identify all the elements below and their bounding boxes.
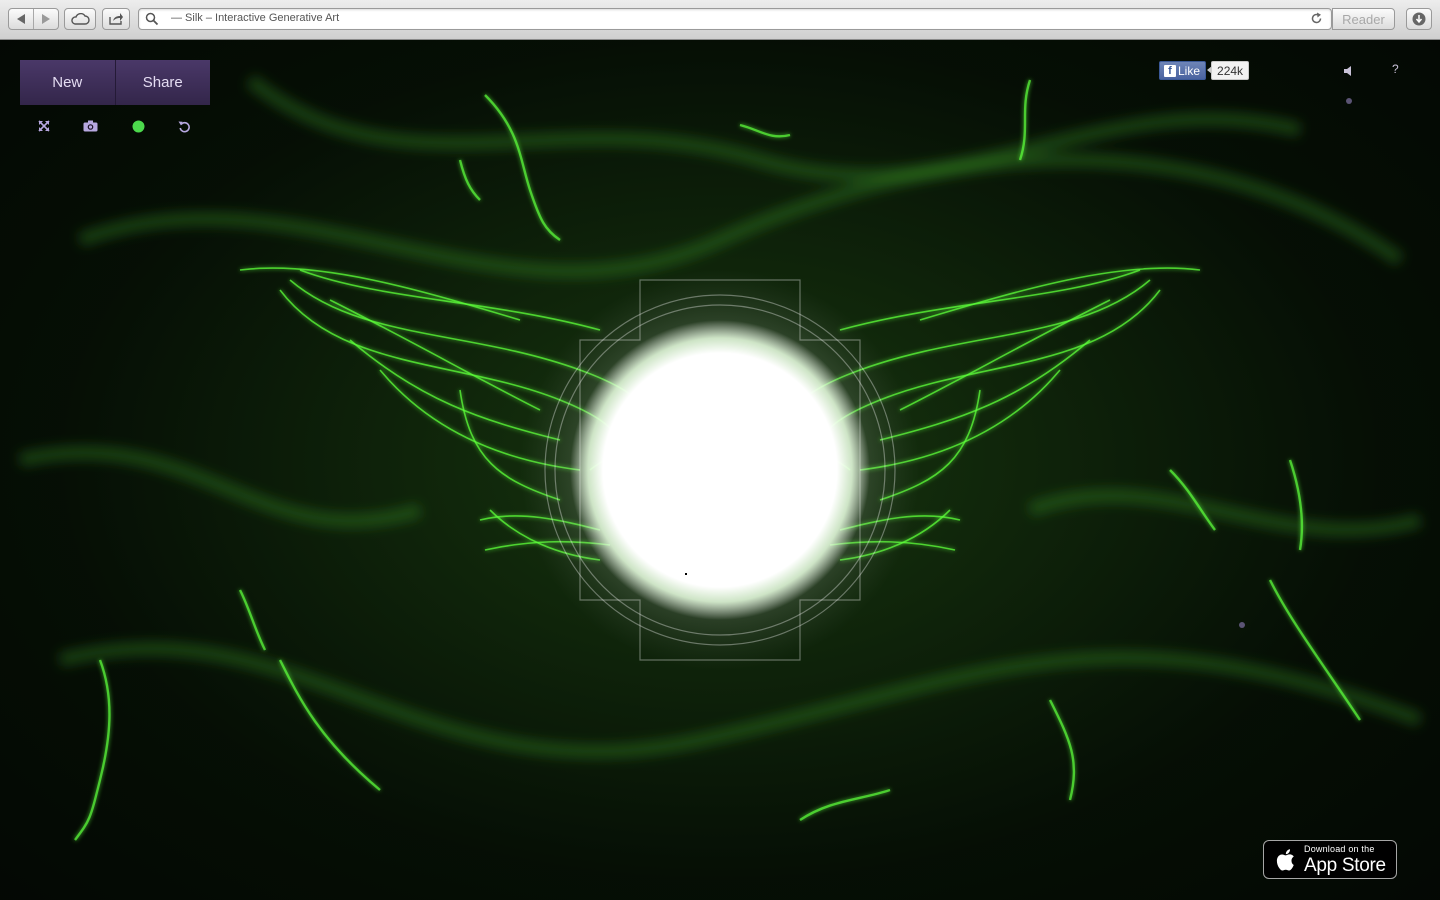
page-title: — Silk – Interactive Generative Art: [171, 12, 340, 24]
help-button[interactable]: ?: [1392, 62, 1399, 76]
indicator-dot: [1346, 98, 1352, 104]
silk-artwork: [18, 74, 1423, 841]
share-button[interactable]: Share: [114, 60, 210, 105]
downloads-button[interactable]: [1406, 8, 1432, 30]
particle-dot: [1239, 622, 1245, 628]
reload-icon[interactable]: [1310, 12, 1323, 25]
speaker-icon: [1344, 66, 1351, 76]
back-arrow-icon: [17, 14, 25, 24]
share-sheet-button[interactable]: [102, 8, 130, 30]
facebook-icon: f: [1164, 64, 1176, 77]
like-label: Like: [1178, 63, 1201, 78]
download-icon: [1412, 12, 1426, 26]
action-buttons: New Share: [20, 60, 210, 105]
like-count: 224k: [1207, 61, 1250, 80]
search-icon: [145, 12, 159, 26]
icloud-tabs-button[interactable]: [64, 8, 96, 30]
app-store-badge[interactable]: Download on the App Store: [1263, 840, 1397, 879]
back-button[interactable]: [9, 9, 33, 29]
sound-toggle[interactable]: [1343, 64, 1355, 82]
share-icon: [109, 13, 123, 25]
cloud-icon: [71, 13, 90, 25]
facebook-like-widget: f Like 224k: [1159, 61, 1250, 80]
camera-icon: [83, 120, 97, 132]
new-button[interactable]: New: [20, 60, 115, 105]
cursor: [685, 573, 687, 575]
silk-canvas[interactable]: [0, 40, 1440, 900]
reader-button[interactable]: Reader: [1332, 8, 1395, 30]
appstore-small-text: Download on the: [1304, 843, 1375, 854]
nav-buttons: [8, 8, 59, 30]
forward-arrow-icon: [42, 14, 50, 24]
appstore-big-text: App Store: [1304, 854, 1386, 876]
fullscreen-button[interactable]: [34, 116, 54, 136]
snapshot-button[interactable]: [80, 116, 100, 136]
facebook-like-button[interactable]: f Like: [1159, 61, 1207, 80]
browser-toolbar: — Silk – Interactive Generative Art Read…: [0, 0, 1440, 40]
undo-button[interactable]: [174, 116, 194, 136]
apple-logo-icon: [1276, 848, 1294, 871]
color-dot-icon: [132, 120, 144, 132]
forward-button[interactable]: [33, 9, 58, 29]
color-picker-button[interactable]: [128, 116, 148, 136]
tool-row: [20, 116, 210, 136]
undo-icon: [178, 121, 190, 132]
address-bar[interactable]: — Silk – Interactive Generative Art: [138, 8, 1332, 30]
fullscreen-icon: [38, 120, 50, 132]
